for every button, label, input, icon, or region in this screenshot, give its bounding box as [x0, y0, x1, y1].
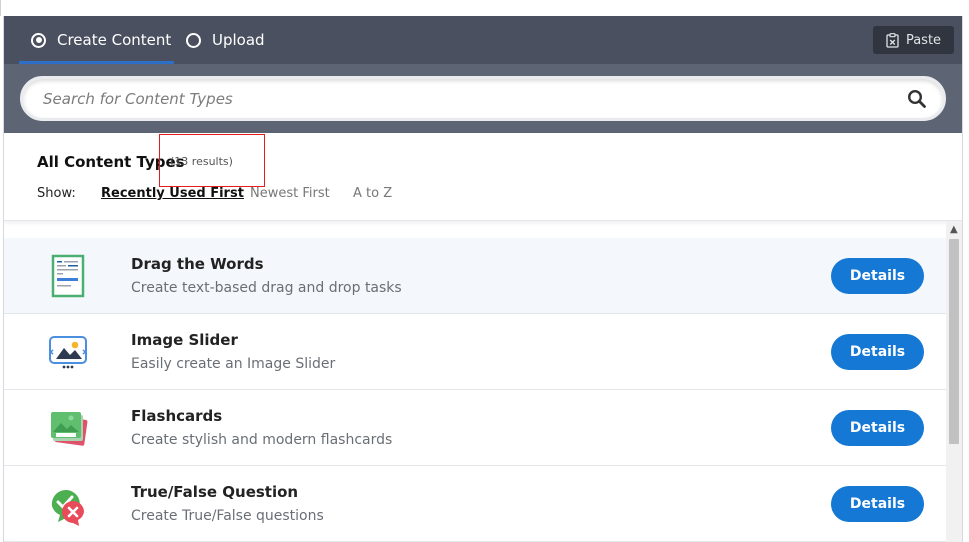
radio-checked-icon — [31, 32, 46, 48]
paste-label: Paste — [905, 32, 942, 48]
search-box[interactable] — [20, 76, 946, 121]
details-button[interactable]: Details — [831, 410, 924, 446]
tab-upload-label: Upload — [212, 31, 265, 49]
clipboard-icon — [886, 32, 899, 48]
item-title: Drag the Words — [131, 255, 264, 273]
details-button[interactable]: Details — [831, 258, 924, 294]
item-description: Create True/False questions — [131, 508, 324, 524]
item-title: Image Slider — [131, 331, 238, 349]
paste-button[interactable]: Paste — [873, 26, 954, 54]
page: Create Content Upload Paste Search for C… — [0, 0, 969, 542]
annotation-highlight-box — [159, 134, 265, 187]
search-band — [4, 64, 962, 133]
sort-a-to-z[interactable]: A to Z — [353, 186, 392, 201]
true-false-icon — [51, 490, 84, 526]
details-button[interactable]: Details — [831, 334, 924, 370]
list-item-true-false-question[interactable]: True/False Question Create True/False qu… — [4, 466, 946, 542]
results-panel: All Content Types (13 results) Show: Rec… — [4, 133, 962, 221]
item-description: Create stylish and modern flashcards — [131, 432, 393, 448]
tabs-bar: Create Content Upload Paste — [4, 16, 962, 64]
item-description: Easily create an Image Slider — [131, 356, 336, 372]
drag-words-icon — [51, 254, 85, 298]
list-item-flashcards[interactable]: Flashcards Create stylish and modern fla… — [4, 390, 946, 466]
tab-upload[interactable]: Upload — [186, 16, 265, 64]
list-scrollbar[interactable]: ▲ — [946, 221, 962, 542]
show-label: Show: — [37, 186, 76, 201]
search-icon[interactable] — [907, 89, 927, 109]
flashcards-icon — [51, 412, 88, 446]
item-title: True/False Question — [131, 483, 299, 501]
search-input[interactable] — [43, 87, 883, 111]
details-button[interactable]: Details — [831, 486, 924, 522]
image-slider-icon — [49, 336, 87, 369]
tab-create-content[interactable]: Create Content — [31, 16, 171, 64]
scroll-thumb[interactable] — [949, 239, 959, 444]
tab-create-label: Create Content — [57, 31, 172, 49]
list-item-drag-the-words[interactable]: Drag the Words Create text-based drag an… — [4, 238, 946, 314]
scroll-up-arrow-icon[interactable]: ▲ — [950, 224, 958, 235]
item-title: Flashcards — [131, 407, 223, 425]
list-item-image-slider[interactable]: Image Slider Easily create an Image Slid… — [4, 314, 946, 390]
item-description: Create text-based drag and drop tasks — [131, 280, 402, 296]
content-type-list: Drag the Words Create text-based drag an… — [4, 238, 946, 542]
top-strip — [0, 0, 969, 16]
content-type-hub: Create Content Upload Paste Search for C… — [3, 16, 963, 542]
sort-newest-first[interactable]: Newest First — [250, 186, 330, 201]
sort-recently-used[interactable]: Recently Used First — [101, 186, 244, 201]
radio-unchecked-icon — [186, 32, 201, 48]
